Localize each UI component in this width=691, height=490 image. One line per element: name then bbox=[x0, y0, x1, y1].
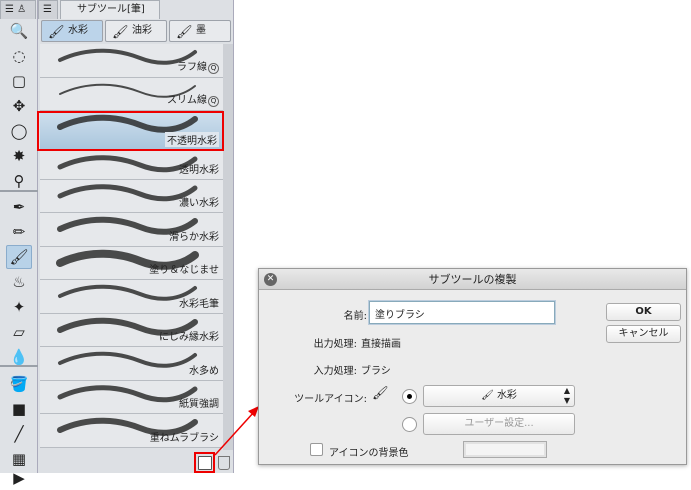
pen-icon[interactable]: ✒ bbox=[6, 195, 32, 219]
output-value: 直接描画 bbox=[361, 339, 401, 350]
zoom-icon[interactable]: 🔍 bbox=[6, 19, 32, 43]
pencil-icon[interactable]: ✏ bbox=[6, 220, 32, 244]
subtool-name: にじみ縁水彩 bbox=[159, 332, 219, 343]
bg-color-label: アイコンの背景色 bbox=[329, 448, 409, 459]
subtool-label: 塗り＆なじませ bbox=[149, 261, 219, 276]
rotate-icon[interactable]: ◌ bbox=[6, 44, 32, 68]
brush-icon[interactable]: 🖌 bbox=[6, 245, 32, 269]
tool-icon-label: ツールアイコン: bbox=[294, 394, 367, 405]
icon-radio-user[interactable] bbox=[402, 417, 417, 432]
zoom-icon: Q bbox=[208, 96, 219, 107]
tool-palette: ☰ ♙ 🔍 ◌ ▢ ✥ ◯ ✸ ⚲ ✒ ✏ 🖌 ♨ ✦ ▱ 💧 🪣 ■ ╱ ▦ ▶ bbox=[0, 0, 38, 487]
subtool-tab-label: サブツール[筆] bbox=[77, 4, 145, 15]
subtool-name: 重ねムラブラシ bbox=[149, 433, 219, 444]
subtool-label: 重ねムラブラシ bbox=[150, 429, 219, 444]
subtool-tab[interactable]: サブツール[筆] bbox=[60, 0, 160, 19]
object-icon[interactable]: ▢ bbox=[6, 69, 32, 93]
subtool-label: 濃い水彩 bbox=[179, 194, 219, 209]
subtool-item[interactable]: 塗り＆なじませ bbox=[40, 247, 223, 280]
stroke-preview bbox=[57, 385, 198, 403]
subtool-item[interactable]: にじみ縁水彩 bbox=[40, 314, 223, 347]
close-icon[interactable]: ✕ bbox=[264, 273, 277, 286]
subtool-item[interactable]: 透明水彩 bbox=[40, 151, 223, 180]
category-label: 墨 bbox=[196, 25, 206, 36]
bg-color-swatch[interactable] bbox=[463, 441, 547, 458]
category-label: 水彩 bbox=[68, 25, 88, 36]
subtool-list: ラフ線 Q スリム線 Q 不透明水彩 透明水彩 濃い水彩 滑らか水彩 塗り＆なじませ 水彩毛筆 にじ… bbox=[40, 44, 223, 450]
subtool-item[interactable]: 水彩毛筆 bbox=[40, 280, 223, 314]
subtool-item[interactable]: 紙質強調 bbox=[40, 381, 223, 414]
gradient-icon[interactable]: ■ bbox=[6, 397, 32, 421]
eraser-icon[interactable]: ▱ bbox=[6, 320, 32, 344]
name-label: 名前: bbox=[343, 311, 367, 322]
brush-icon: 🖌 bbox=[481, 390, 497, 401]
panel-menu-tab[interactable]: ☰ bbox=[38, 0, 58, 19]
decoration-icon[interactable]: ✦ bbox=[6, 295, 32, 319]
icon-select-value: 水彩 bbox=[496, 390, 517, 401]
subtool-name: 塗り＆なじませ bbox=[149, 265, 219, 276]
ok-button[interactable]: OK bbox=[606, 303, 681, 321]
divider bbox=[0, 190, 38, 192]
subtool-name: 滑らか水彩 bbox=[169, 232, 219, 243]
dialog-title: サブツールの複製 bbox=[428, 273, 517, 286]
stroke-preview bbox=[57, 184, 198, 202]
category-label: 油彩 bbox=[132, 25, 152, 36]
subtool-label: にじみ縁水彩 bbox=[159, 328, 219, 343]
subtool-label: 水彩毛筆 bbox=[179, 295, 219, 310]
output-label: 出力処理: bbox=[313, 339, 357, 350]
subtool-name: ラフ線 bbox=[177, 62, 207, 73]
subtool-name: 水多め bbox=[189, 366, 219, 377]
category-1[interactable]: 🖌 油彩 bbox=[105, 20, 167, 42]
lasso-icon[interactable]: ◯ bbox=[6, 119, 32, 143]
icon-select[interactable]: 🖌 水彩 ▲ ▼ bbox=[423, 385, 575, 407]
subtool-name: 水彩毛筆 bbox=[179, 299, 219, 310]
fill-icon[interactable]: 🪣 bbox=[6, 372, 32, 396]
airbrush-icon[interactable]: ♨ bbox=[6, 270, 32, 294]
subtool-label: ラフ線 Q bbox=[177, 58, 219, 74]
cancel-button[interactable]: キャンセル bbox=[606, 325, 681, 343]
move-icon[interactable]: ✥ bbox=[6, 94, 32, 118]
subtool-name: 透明水彩 bbox=[179, 165, 219, 176]
icon-radio-preset[interactable] bbox=[402, 389, 417, 404]
brush-icon: 🖌 bbox=[372, 386, 389, 401]
subtool-item[interactable]: 重ねムラブラシ bbox=[40, 414, 223, 448]
subtool-name: スリム線 bbox=[167, 95, 207, 106]
bg-color-checkbox[interactable] bbox=[310, 443, 323, 456]
category-2[interactable]: 🖌 墨 bbox=[169, 20, 231, 42]
subtool-item[interactable]: 濃い水彩 bbox=[40, 180, 223, 213]
brush-icon: 🖌 bbox=[176, 25, 193, 40]
duplicate-subtool-dialog: ✕ サブツールの複製 名前: 塗りブラシ 出力処理: 直接描画 入力処理: ブラシ… bbox=[258, 268, 687, 465]
category-0[interactable]: 🖌 水彩 bbox=[41, 20, 103, 42]
name-input[interactable]: 塗りブラシ bbox=[369, 301, 555, 324]
subtool-item[interactable]: 滑らか水彩 bbox=[40, 213, 223, 247]
stepper-icon: ▲ ▼ bbox=[563, 386, 570, 405]
input-value: ブラシ bbox=[361, 366, 391, 377]
subtool-label: スリム線 Q bbox=[167, 91, 219, 107]
subtool-label: 水多め bbox=[189, 362, 219, 377]
line-icon[interactable]: ╱ bbox=[6, 422, 32, 446]
subtool-label: 透明水彩 bbox=[179, 161, 219, 176]
zoom-icon: Q bbox=[208, 63, 219, 74]
subtool-item[interactable]: スリム線 Q bbox=[40, 78, 223, 111]
operation-icon[interactable]: ▶ bbox=[6, 466, 32, 490]
scrollbar[interactable] bbox=[223, 44, 233, 450]
highlight-box bbox=[37, 111, 224, 151]
brush-icon: 🖌 bbox=[112, 25, 129, 40]
stroke-preview bbox=[57, 155, 198, 173]
user-setting-button[interactable]: ユーザー設定... bbox=[423, 413, 575, 435]
brush-icon: 🖌 bbox=[48, 25, 65, 40]
subtool-label: 滑らか水彩 bbox=[169, 228, 219, 243]
subtool-item[interactable]: 水多め bbox=[40, 347, 223, 381]
divider bbox=[0, 365, 38, 367]
stroke-preview bbox=[58, 351, 197, 368]
tool-tab[interactable]: ☰ ♙ bbox=[0, 0, 36, 19]
subtool-item[interactable]: ラフ線 Q bbox=[40, 44, 223, 78]
stroke-preview bbox=[58, 284, 197, 301]
auto-select-icon[interactable]: ✸ bbox=[6, 144, 32, 168]
dialog-title-bar: ✕ サブツールの複製 bbox=[259, 269, 686, 290]
subtool-name: 濃い水彩 bbox=[179, 198, 219, 209]
input-label: 入力処理: bbox=[313, 366, 357, 377]
